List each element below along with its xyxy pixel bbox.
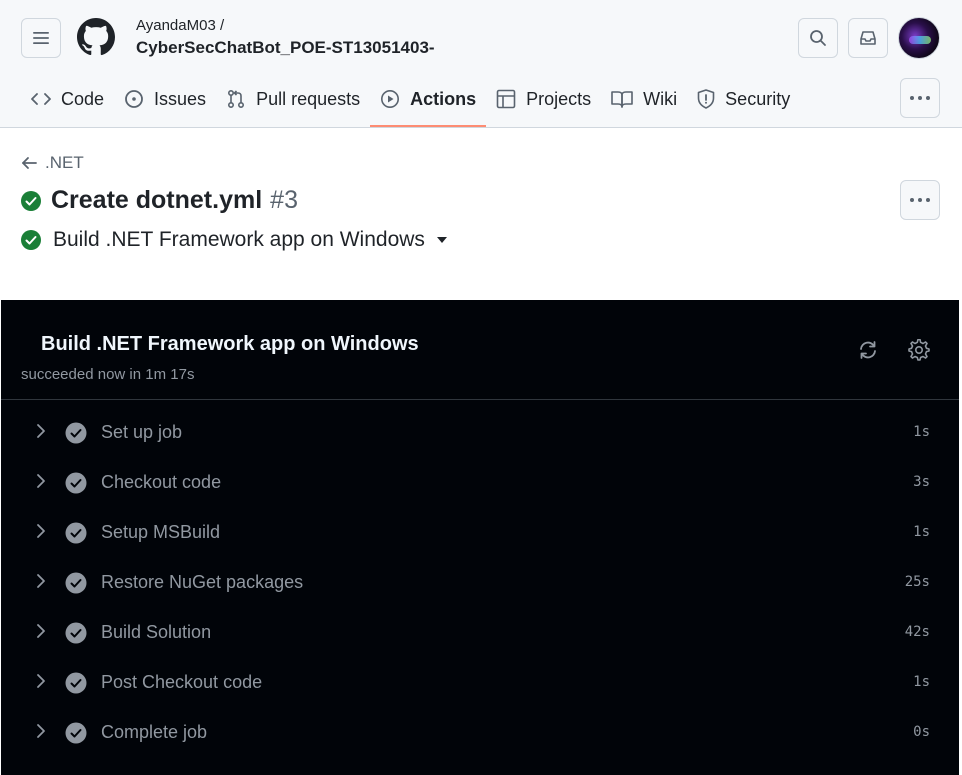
step-duration: 3s — [913, 474, 930, 490]
tab-code[interactable]: Code — [21, 78, 114, 120]
app-header: AyandaM03 / CyberSecChatBot_POE-ST130514… — [0, 0, 962, 128]
job-selector-label: Build .NET Framework app on Windows — [53, 228, 425, 251]
step-success-icon — [65, 422, 87, 444]
search-button[interactable] — [798, 18, 838, 58]
step-name: Build Solution — [101, 622, 212, 642]
nav-more-button[interactable] — [900, 78, 940, 118]
step-name: Restore NuGet packages — [101, 572, 304, 592]
tab-wiki-label: Wiki — [643, 88, 678, 109]
kebab-horizontal-icon — [910, 198, 930, 202]
search-icon — [810, 30, 826, 46]
step-duration: 42s — [904, 624, 930, 640]
chevron-right-icon — [37, 724, 45, 738]
tab-security[interactable]: Security — [687, 78, 800, 120]
step-success-icon — [65, 522, 87, 544]
tab-security-label: Security — [725, 88, 791, 109]
step-duration: 1s — [913, 674, 930, 690]
job-log-panel: Build .NET Framework app on Windows succ… — [1, 300, 959, 775]
job-step-row[interactable]: Setup MSBuild 1s — [1, 508, 959, 558]
tab-wiki[interactable]: Wiki — [601, 78, 687, 120]
job-step-row[interactable]: Checkout code 3s — [1, 458, 959, 508]
job-step-row[interactable]: Restore NuGet packages 25s — [1, 558, 959, 608]
repo-name-link[interactable]: CyberSecChatBot_POE-ST13051403- — [136, 38, 435, 58]
hamburger-icon — [33, 32, 49, 44]
back-link-label: .NET — [45, 153, 84, 172]
inbox-icon — [860, 31, 876, 45]
step-duration: 1s — [913, 424, 930, 440]
step-name: Setup MSBuild — [101, 522, 221, 542]
chevron-right-icon — [37, 524, 45, 538]
step-name: Post Checkout code — [101, 672, 263, 692]
kebab-horizontal-icon — [910, 96, 930, 100]
step-duration: 1s — [913, 524, 930, 540]
chevron-right-icon — [37, 574, 45, 588]
step-success-icon — [65, 722, 87, 744]
tab-code-label: Code — [61, 88, 105, 109]
step-name: Set up job — [101, 422, 183, 442]
chevron-right-icon — [37, 424, 45, 438]
user-avatar[interactable] — [898, 17, 940, 59]
tab-pull-requests-label: Pull requests — [256, 88, 361, 109]
job-step-row[interactable]: Build Solution 42s — [1, 608, 959, 658]
log-settings-button[interactable] — [907, 338, 931, 362]
step-success-icon — [65, 572, 87, 594]
github-logo-icon[interactable] — [77, 18, 115, 56]
tab-actions[interactable]: Actions — [370, 78, 487, 127]
job-step-row[interactable]: Set up job 1s — [1, 408, 959, 458]
back-to-workflow-link[interactable]: .NET — [21, 153, 84, 173]
caret-down-icon — [436, 237, 447, 243]
arrow-left-icon — [22, 157, 37, 169]
run-more-button[interactable] — [900, 180, 940, 220]
rerun-button[interactable] — [856, 338, 880, 362]
chevron-right-icon — [37, 474, 45, 488]
job-step-row[interactable]: Complete job 0s — [1, 708, 959, 758]
code-icon — [31, 93, 51, 105]
play-icon — [381, 90, 400, 108]
gear-icon — [908, 339, 930, 361]
shield-icon — [697, 89, 715, 109]
tab-projects[interactable]: Projects — [486, 78, 601, 120]
step-duration: 0s — [913, 724, 930, 740]
tab-pull-requests[interactable]: Pull requests — [216, 78, 370, 120]
pull-request-icon — [228, 89, 245, 109]
log-status: succeeded now in 1m 17s — [21, 366, 195, 383]
check-circle-icon — [21, 230, 41, 250]
chevron-right-icon — [37, 624, 45, 638]
book-icon — [611, 91, 633, 108]
tab-actions-label: Actions — [410, 88, 477, 109]
step-name: Complete job — [101, 722, 208, 742]
repo-nav-tabs: Code Issues Pull requests Actions Projec… — [21, 78, 800, 128]
step-name: Checkout code — [101, 472, 222, 492]
step-success-icon — [65, 472, 87, 494]
check-circle-icon — [21, 190, 41, 211]
step-success-icon — [65, 672, 87, 694]
inbox-button[interactable] — [848, 18, 888, 58]
run-title-text: Create dotnet.yml — [51, 186, 263, 214]
repo-owner-link[interactable]: AyandaM03 / — [136, 17, 224, 34]
step-success-icon — [65, 622, 87, 644]
table-icon — [496, 89, 516, 109]
tab-projects-label: Projects — [526, 88, 592, 109]
tab-issues[interactable]: Issues — [114, 78, 216, 120]
job-steps-list: Set up job 1s Checkout code 3s Setup MSBuild… — [1, 408, 959, 758]
run-number: #3 — [270, 186, 298, 214]
log-title: Build .NET Framework app on Windows — [41, 333, 419, 355]
chevron-right-icon — [37, 674, 45, 688]
hamburger-menu-button[interactable] — [21, 18, 61, 58]
tab-issues-label: Issues — [154, 88, 207, 109]
run-title: Create dotnet.yml #3 — [21, 186, 298, 215]
job-selector[interactable]: Build .NET Framework app on Windows — [21, 228, 447, 252]
log-header: Build .NET Framework app on Windows succ… — [1, 300, 959, 400]
sync-icon — [860, 341, 876, 359]
step-duration: 25s — [904, 574, 930, 590]
job-step-row[interactable]: Post Checkout code 1s — [1, 658, 959, 708]
issue-icon — [125, 90, 143, 108]
